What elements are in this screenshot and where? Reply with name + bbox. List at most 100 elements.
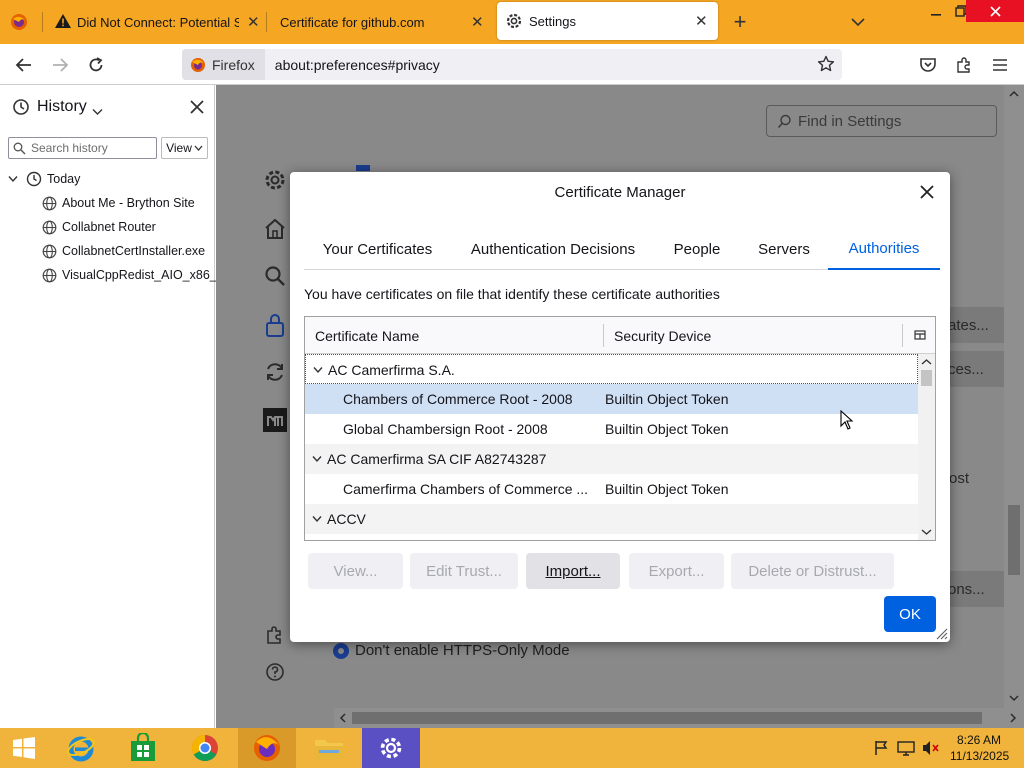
tab-servers[interactable]: Servers <box>744 228 824 270</box>
content-horizontal-scrollbar[interactable] <box>334 708 1024 728</box>
column-header-security-device[interactable]: Security Device <box>614 317 711 354</box>
tab-settings[interactable]: Settings ✕ <box>497 2 718 40</box>
history-item[interactable]: Collabnet Router <box>42 215 156 239</box>
search-icon[interactable] <box>262 263 288 289</box>
store-icon <box>131 733 155 761</box>
view-button[interactable]: View <box>161 137 208 159</box>
close-icon <box>920 185 934 199</box>
pocket-button[interactable] <box>915 52 941 78</box>
start-button[interactable] <box>0 728 48 768</box>
globe-icon <box>42 244 57 258</box>
tree-row-group[interactable]: AC Camerfirma SA CIF A82743287 <box>305 444 918 474</box>
pocket-icon <box>920 58 936 72</box>
delete-or-distrust-button[interactable]: Delete or Distrust... <box>731 553 894 589</box>
blocked-checkbox[interactable] <box>356 165 370 171</box>
https-only-radio[interactable] <box>333 643 349 659</box>
security-device: Builtin Object Token <box>605 481 729 497</box>
tab-separator <box>266 12 267 32</box>
taskbar-internet-explorer[interactable] <box>52 728 110 768</box>
action-center-flag-icon[interactable] <box>873 740 889 759</box>
close-tab-icon[interactable]: ✕ <box>247 13 260 31</box>
chevron-down-icon <box>312 516 322 523</box>
tree-row-group[interactable]: AC Camerfirma S.A. <box>305 354 918 384</box>
tab-label: Settings <box>529 13 576 29</box>
taskbar-chrome[interactable] <box>176 728 234 768</box>
find-in-settings-input[interactable]: Find in Settings <box>766 105 997 137</box>
url-text[interactable]: about:preferences#privacy <box>265 57 440 73</box>
lock-icon[interactable] <box>262 312 288 338</box>
history-sidebar: History Search history View Today About … <box>0 85 227 728</box>
content-vertical-scrollbar[interactable] <box>1004 85 1024 708</box>
volume-muted-icon[interactable] <box>921 740 939 759</box>
tree-scrollbar[interactable] <box>918 354 935 540</box>
sidebar-title[interactable]: History <box>37 98 87 116</box>
scroll-thumb[interactable] <box>352 712 982 724</box>
new-tab-button[interactable]: + <box>727 9 753 35</box>
tab-authorities[interactable]: Authorities <box>828 228 940 270</box>
sidebar-header: History <box>0 85 215 129</box>
search-history-input[interactable]: Search history <box>8 137 157 159</box>
reload-button[interactable] <box>83 52 109 78</box>
view-button[interactable]: View... <box>308 553 403 589</box>
bookmark-star-icon[interactable] <box>817 55 835 76</box>
close-icon <box>190 100 204 114</box>
column-header-certificate-name[interactable]: Certificate Name <box>315 317 419 354</box>
general-gear-icon[interactable] <box>262 167 288 193</box>
scroll-thumb[interactable] <box>1008 505 1020 575</box>
close-tab-icon[interactable]: ✕ <box>471 13 484 31</box>
firefox-icon <box>191 57 205 72</box>
url-bar[interactable]: Firefox about:preferences#privacy <box>182 49 842 80</box>
app-menu-button[interactable] <box>987 52 1013 78</box>
history-item[interactable]: VisualCppRedist_AIO_x86_... <box>42 263 227 287</box>
tab-did-not-connect[interactable]: Did Not Connect: Potential Sec ✕ <box>44 0 266 44</box>
edit-trust-button[interactable]: Edit Trust... <box>410 553 518 589</box>
puzzle-icon <box>957 57 970 73</box>
close-dialog-button[interactable] <box>916 181 938 203</box>
taskbar-settings[interactable] <box>362 728 420 768</box>
tree-row-cert[interactable]: Camerfirma Chambers of Commerce ... Buil… <box>305 474 918 504</box>
tab-your-certificates[interactable]: Your Certificates <box>304 228 451 270</box>
history-group-today[interactable]: Today <box>8 167 80 191</box>
chevron-down-icon <box>8 176 18 183</box>
home-icon[interactable] <box>262 216 288 242</box>
column-picker-icon[interactable] <box>914 329 926 344</box>
system-clock[interactable]: 8:26 AM 11/13/2025 <box>950 732 1010 764</box>
more-from-mozilla-icon[interactable] <box>262 407 288 433</box>
cert-name: AC Camerfirma S.A. <box>328 362 455 378</box>
taskbar-firefox[interactable] <box>238 728 296 768</box>
tab-certificate-github[interactable]: Certificate for github.com ✕ <box>268 0 494 44</box>
history-item[interactable]: About Me - Brython Site <box>42 191 195 215</box>
close-window-button[interactable] <box>966 0 1024 22</box>
scroll-thumb[interactable] <box>921 370 932 386</box>
tab-list-button[interactable] <box>845 9 871 35</box>
export-button[interactable]: Export... <box>629 553 724 589</box>
minimize-button[interactable] <box>923 0 949 22</box>
tab-people[interactable]: People <box>659 228 735 270</box>
ok-button[interactable]: OK <box>884 596 936 632</box>
certificate-manager-dialog: Certificate Manager Your Certificates Au… <box>290 172 950 642</box>
resize-grip-icon[interactable] <box>934 626 948 643</box>
close-sidebar-button[interactable] <box>190 100 204 117</box>
forward-button[interactable] <box>47 52 73 78</box>
extensions-icon[interactable] <box>262 622 288 648</box>
identity-box[interactable]: Firefox <box>182 49 265 80</box>
tab-authentication-decisions[interactable]: Authentication Decisions <box>459 228 647 270</box>
tree-row-cert[interactable]: Global Chambersign Root - 2008 Builtin O… <box>305 414 918 444</box>
back-button[interactable] <box>11 52 37 78</box>
close-tab-icon[interactable]: ✕ <box>695 12 708 30</box>
chevron-down-icon[interactable] <box>92 104 103 119</box>
tree-row-group[interactable]: ACCV <box>305 504 918 534</box>
network-icon[interactable] <box>897 740 915 759</box>
help-icon[interactable] <box>262 659 288 685</box>
tree-row-cert[interactable]: Chambers of Commerce Root - 2008 Builtin… <box>305 384 918 414</box>
clock-date: 11/13/2025 <box>950 749 1010 763</box>
extensions-button[interactable] <box>951 52 977 78</box>
firefox-icon <box>254 735 280 761</box>
taskbar-store[interactable] <box>114 728 172 768</box>
firefox-menu-icon[interactable] <box>6 9 32 35</box>
tree-header: Certificate Name Security Device <box>305 317 935 354</box>
history-item[interactable]: CollabnetCertInstaller.exe <box>42 239 205 263</box>
import-button[interactable]: Import... <box>526 553 620 589</box>
sync-icon[interactable] <box>262 359 288 385</box>
taskbar-file-explorer[interactable] <box>300 728 358 768</box>
